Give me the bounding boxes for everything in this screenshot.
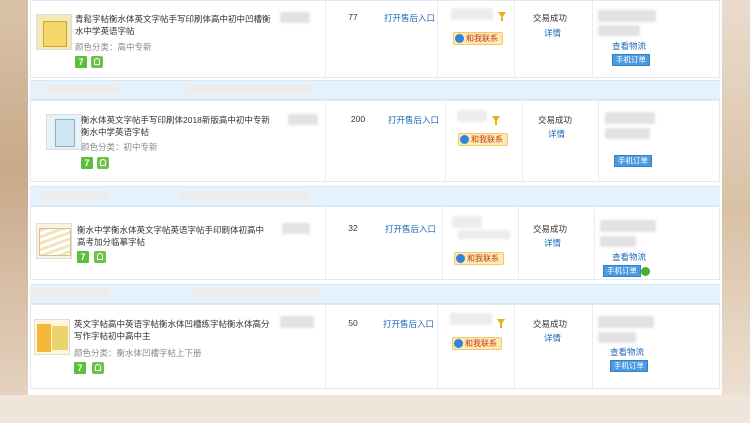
divider [594, 206, 595, 280]
amount-blurred [598, 25, 640, 36]
divider [592, 0, 593, 78]
quantity: 77 [348, 12, 358, 22]
price-blurred [282, 223, 310, 234]
view-logistics-link[interactable]: 查看物流 [610, 346, 644, 358]
trade-status: 交易成功 [538, 115, 573, 125]
product-thumbnail[interactable] [46, 114, 82, 150]
contact-seller-button[interactable]: 和我联系 [458, 133, 508, 146]
after-sale-link[interactable]: 打开售后入口 [385, 223, 436, 235]
order-header-bar [30, 186, 720, 206]
divider [325, 0, 326, 78]
after-sale-link[interactable]: 打开售后入口 [388, 114, 439, 126]
divider [325, 304, 326, 389]
order-info-blurred [185, 85, 315, 94]
amount-blurred [605, 112, 655, 124]
divider [325, 206, 326, 280]
color-category: 颜色分类：衡水体凹槽字帖上下册 [74, 348, 202, 358]
price-blurred [280, 316, 314, 328]
price-blurred [288, 114, 318, 125]
trade-status: 交易成功 [533, 319, 568, 329]
funnel-icon[interactable] [497, 319, 505, 328]
product-thumbnail[interactable] [34, 319, 70, 355]
mobile-order-badge: 手机订单 [603, 265, 641, 277]
tmall-seven-day-icon: 7 [77, 251, 89, 263]
divider [522, 100, 523, 182]
order-detail-link[interactable]: 详情 [544, 237, 561, 249]
tmall-seven-day-icon: 7 [75, 56, 87, 68]
divider [514, 304, 515, 389]
divider [514, 0, 515, 78]
order-info-blurred [190, 288, 320, 298]
mobile-order-badge: 手机订单 [614, 155, 652, 167]
divider [598, 100, 599, 182]
product-title[interactable]: 青鬆字帖衡水体英文字帖手写印刷体高中初中凹槽衡水中学英语字帖 [75, 13, 275, 37]
mobile-order-badge: 手机订单 [610, 360, 648, 372]
divider [437, 304, 438, 389]
seller-name-blurred [452, 216, 482, 228]
price-blurred [280, 12, 310, 23]
color-category: 颜色分类：初中专新 [81, 142, 158, 152]
qq-chat-icon [460, 135, 469, 144]
order-detail-link[interactable]: 详情 [544, 332, 561, 344]
seller-name-blurred [451, 8, 493, 20]
amount-blurred [605, 128, 650, 139]
shield-icon [91, 56, 103, 68]
amount-blurred [598, 10, 656, 22]
order-info-blurred [45, 85, 120, 94]
order-info-blurred [30, 288, 110, 298]
divider [518, 206, 519, 280]
background-right [722, 0, 750, 423]
product-thumbnail[interactable] [36, 223, 72, 259]
after-sale-link[interactable]: 打开售后入口 [383, 318, 434, 330]
divider [442, 206, 443, 280]
trade-status: 交易成功 [533, 224, 568, 234]
background-left [0, 0, 28, 423]
seller-name-blurred [457, 110, 487, 122]
tmall-seven-day-icon: 7 [74, 362, 86, 374]
divider [437, 0, 438, 78]
shield-icon [92, 362, 104, 374]
contact-seller-button[interactable]: 和我联系 [454, 252, 504, 265]
order-header-bar [30, 284, 720, 304]
quantity: 32 [348, 223, 358, 233]
order-info-blurred [38, 191, 108, 200]
divider [592, 304, 593, 389]
mobile-order-badge: 手机订单 [612, 54, 650, 66]
after-sale-link[interactable]: 打开售后入口 [384, 12, 435, 24]
contact-seller-button[interactable]: 和我联系 [452, 337, 502, 350]
qq-chat-icon [454, 339, 463, 348]
contact-seller-button[interactable]: 和我联系 [453, 32, 503, 45]
order-header-bar [30, 80, 720, 100]
product-title[interactable]: 英文字帖高中英语字帖衡水体凹槽练字帖衡水体高分写作字帖初中高中主 [74, 318, 274, 342]
view-logistics-link[interactable]: 查看物流 [612, 40, 646, 52]
shield-icon [94, 251, 106, 263]
qq-chat-icon [455, 34, 464, 43]
funnel-icon[interactable] [498, 12, 506, 21]
quantity: 200 [350, 114, 366, 124]
seller-name-blurred [450, 313, 492, 325]
order-info-blurred [180, 191, 310, 200]
divider [445, 100, 446, 182]
tmall-seven-day-icon: 7 [81, 157, 93, 169]
order-detail-link[interactable]: 详情 [548, 128, 565, 140]
trade-status: 交易成功 [533, 13, 568, 23]
seller-name-blurred [458, 230, 510, 239]
product-title[interactable]: 衡水体英文字帖手写印刷体2018新版高中初中专新衡水中学英语字帖 [81, 114, 276, 138]
color-category: 颜色分类：高中专新 [75, 42, 152, 52]
amount-blurred [598, 332, 636, 343]
amount-blurred [600, 220, 656, 232]
view-logistics-link[interactable]: 查看物流 [612, 251, 646, 263]
product-thumbnail[interactable] [36, 14, 72, 50]
divider [325, 100, 326, 182]
amount-blurred [598, 316, 654, 328]
quantity: 50 [348, 318, 358, 328]
amount-blurred [600, 236, 636, 247]
order-detail-link[interactable]: 详情 [544, 27, 561, 39]
product-title[interactable]: 衡水中学衡水体英文字帖英语字帖手印刷体初高中高考加分临摹字帖 [77, 224, 272, 248]
qq-chat-icon [456, 254, 465, 263]
funnel-icon[interactable] [492, 116, 500, 125]
shield-icon [97, 157, 109, 169]
refresh-icon[interactable] [641, 267, 650, 276]
page-bottom-strip [0, 395, 750, 423]
